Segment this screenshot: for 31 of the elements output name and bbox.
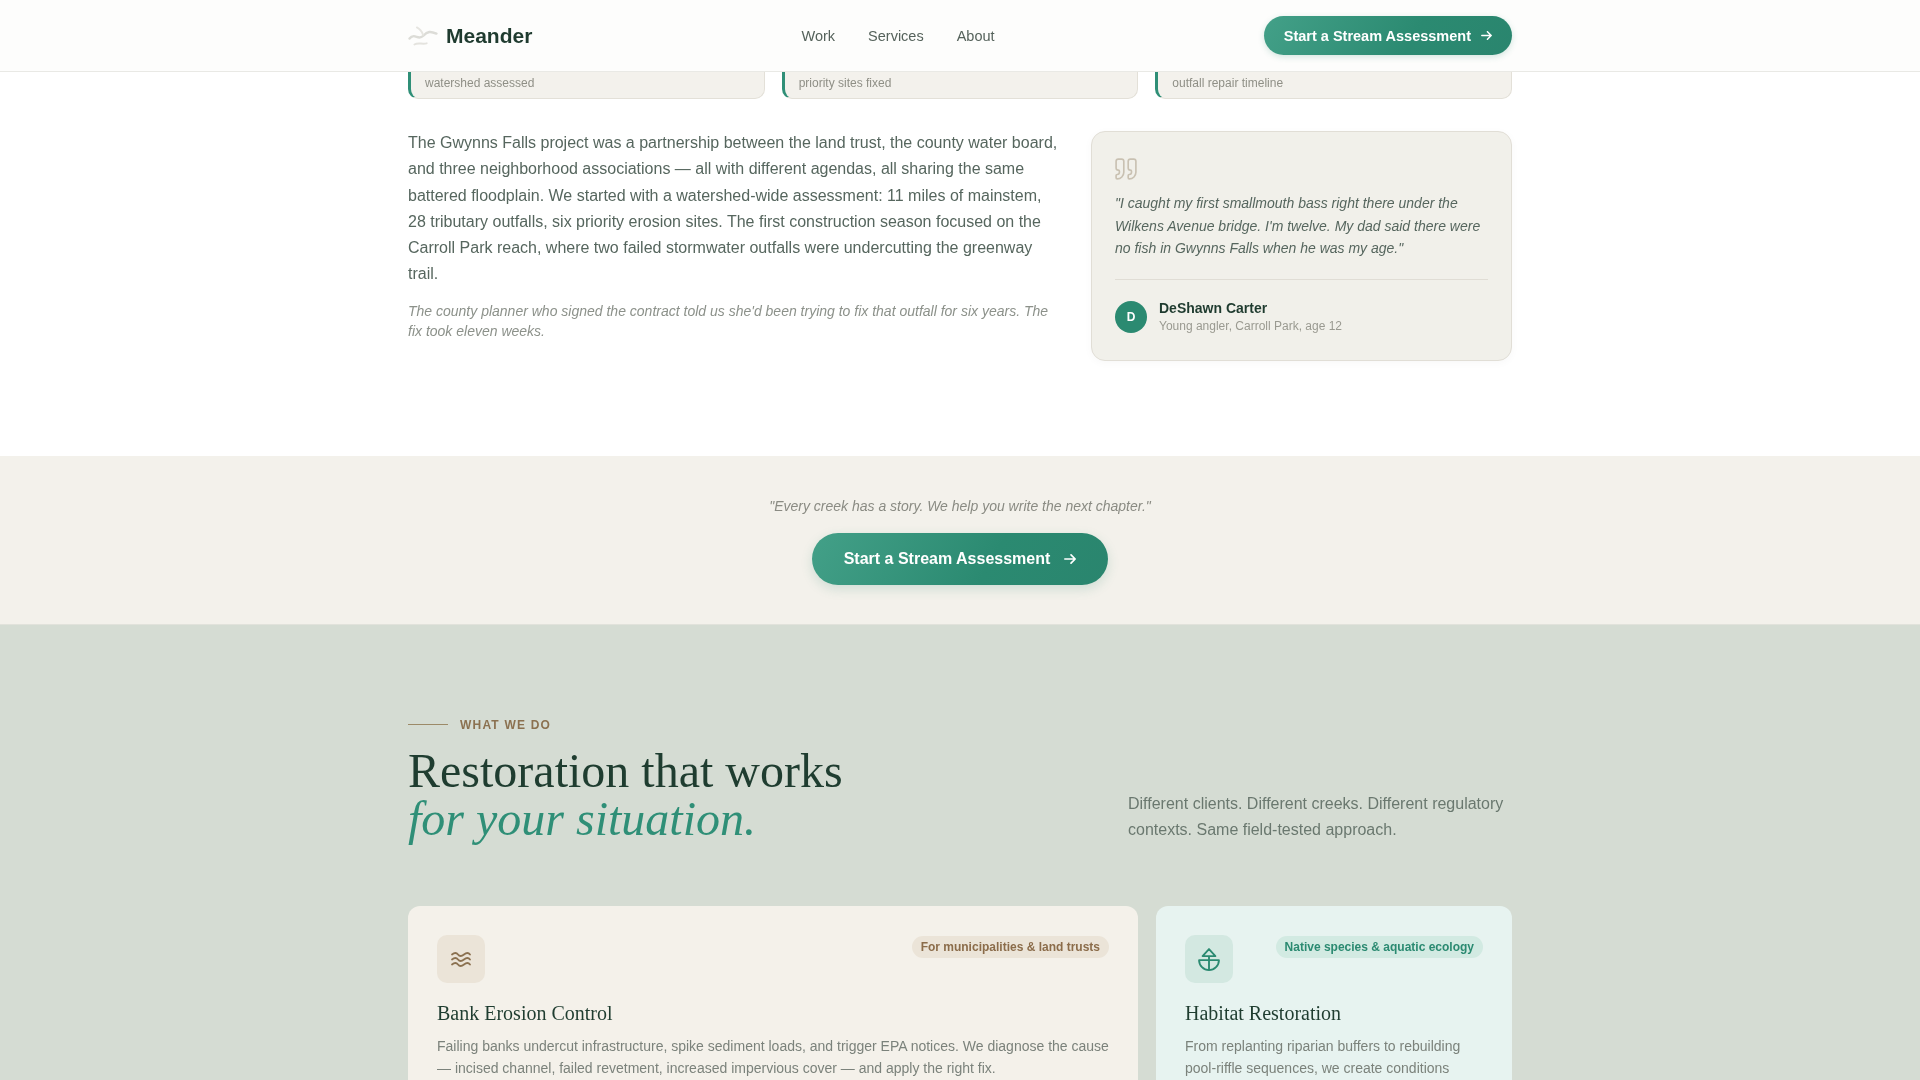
cta-button[interactable]: Start a Stream Assessment — [811, 532, 1109, 585]
cta-tagline: "Every creek has a story. We help you write the next chapter." — [769, 496, 1151, 516]
audience-tag: For municipalities & land trusts — [911, 935, 1109, 958]
arrow-right-icon — [1481, 31, 1492, 40]
stat-label: priority sites fixed — [798, 76, 892, 90]
waves-icon — [437, 934, 485, 983]
testimonial-quote: "I caught my first smallmouth bass right there under the Wilkens Avenue bridge. I'm twelve. My dad said there were no fish in Gwynns Falls when he was my age." — [1115, 194, 1482, 259]
sailboat-icon — [1185, 934, 1233, 983]
quote-icon — [1115, 158, 1137, 180]
service-title: Bank Erosion Control — [437, 1000, 614, 1026]
story-paragraph: The Gwynns Falls project was a partnership between the land trust, the county water board, and three neighborhood associations — all with different agendas, all sharing the same battered floodplain. We started with a watershed-wide assessment: 11 miles of mainstem, 28 tributary outfalls, six priority erosion sites. The first construction season focused on the Carroll Park reach, where two failed stormwater outfalls were undercutting the greenway trail. — [408, 133, 1059, 285]
avatar: D — [1115, 300, 1147, 333]
section-title: Restoration that works for your situation. — [408, 746, 843, 843]
service-description: Failing banks undercut infrastructure, spike sediment loads, and trigger EPA notices. We diagnose the cause — incised channel, failed revetment, increased impervious cover — and apply the right fix. — [437, 1036, 1109, 1078]
cta-button[interactable]: Start a Stream Assessment — [1263, 16, 1512, 55]
logo-icon — [408, 24, 438, 47]
service-description: From replanting riparian buffers to rebuilding pool-riffle sequences, we create conditions — [1185, 1036, 1462, 1078]
arrow-right-icon — [1064, 553, 1077, 564]
service-title: Habitat Restoration — [1185, 1000, 1343, 1026]
section-eyebrow: WHAT WE DO — [460, 716, 552, 733]
brand-name[interactable]: Meander — [446, 23, 533, 48]
stat-label: outfall repair timeline — [1172, 76, 1284, 90]
nav-link[interactable]: About — [956, 27, 995, 44]
stat-label: watershed assessed — [425, 76, 535, 90]
author-role: Young angler, Carroll Park, age 12 — [1159, 318, 1342, 334]
author-name: DeShawn Carter — [1159, 299, 1269, 317]
nav-link[interactable]: Services — [868, 27, 924, 44]
audience-tag: Native species & aquatic ecology — [1275, 935, 1483, 958]
story-note: The county planner who signed the contract told us she'd been trying to fix that outfall for six years. The fix took eleven weeks. — [408, 301, 1050, 341]
section-intro: Different clients. Different creeks. Different regulatory contexts. Same field-tested approach. — [1128, 793, 1505, 840]
nav-link[interactable]: Work — [801, 27, 836, 44]
